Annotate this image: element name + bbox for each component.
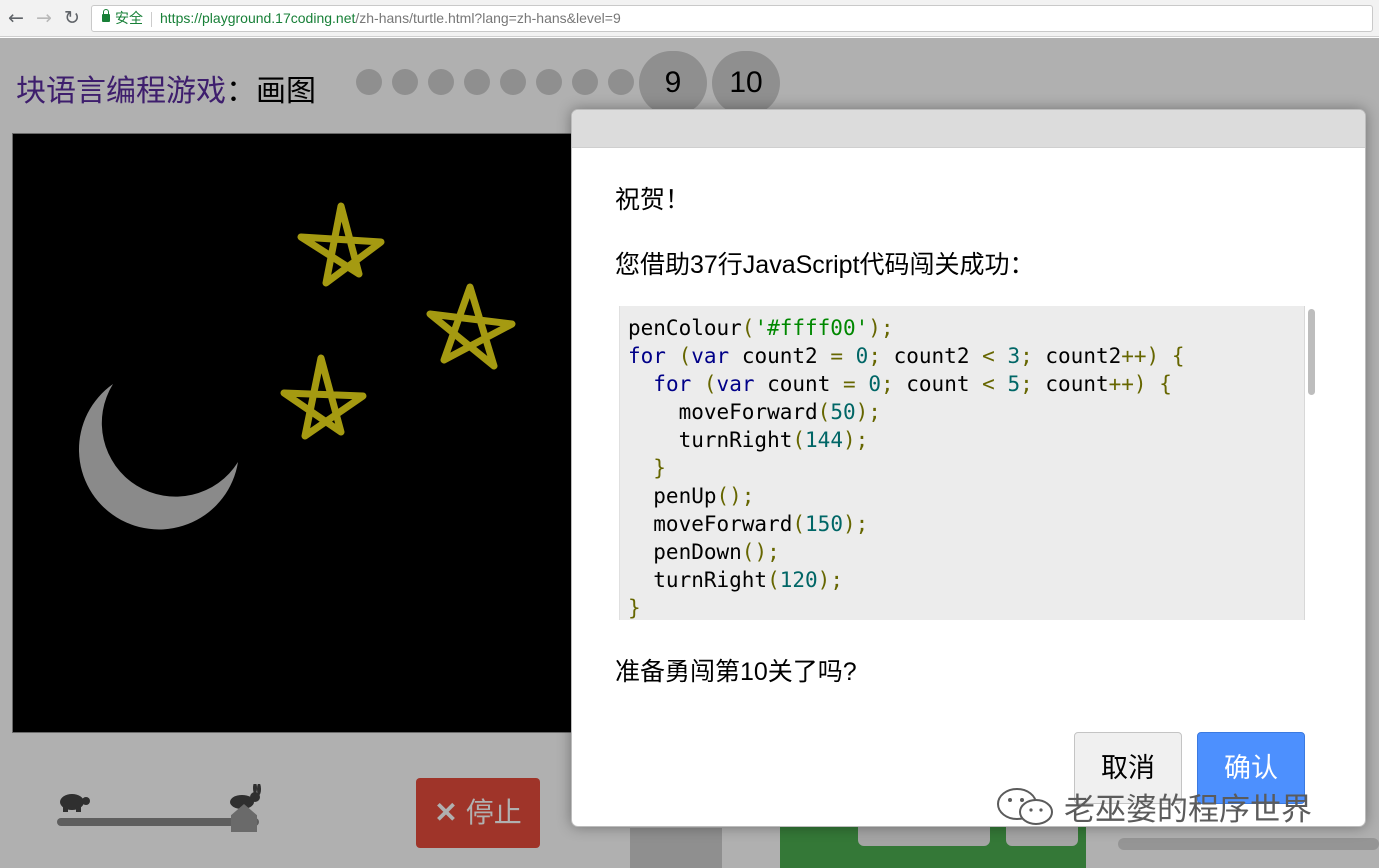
code-token: 0 <box>868 372 881 396</box>
url-host: https://playground.17coding.net <box>160 10 356 26</box>
back-arrow-icon[interactable]: ← <box>5 7 27 29</box>
code-token: ); <box>868 316 894 340</box>
code-token: ); <box>842 428 869 452</box>
next-level-question: 准备勇闯第10关了吗? <box>615 658 857 686</box>
code-token: = <box>830 344 843 368</box>
code-token: { <box>1171 344 1185 368</box>
code-token: turnRight <box>628 428 793 452</box>
code-scrollbar[interactable] <box>1304 306 1318 620</box>
code-token: 144 <box>805 428 843 452</box>
code-token: 5 <box>1007 372 1021 396</box>
code-token: ); <box>817 568 843 592</box>
code-token: ( <box>817 400 831 424</box>
code-token: ; <box>1020 372 1033 396</box>
watermark-text: 老巫婆的程序世界 <box>1064 792 1312 827</box>
dialog-header <box>572 110 1365 148</box>
code-token: for <box>653 372 692 396</box>
code-token: < <box>982 344 995 368</box>
code-token: count <box>893 372 983 396</box>
code-token: for <box>628 344 666 368</box>
code-token: penDown <box>628 540 742 564</box>
code-token: } <box>653 456 666 480</box>
code-token: ( <box>678 344 692 368</box>
success-message: 您借助37行JavaScript代码闯关成功： <box>615 251 1035 279</box>
code-token: (); <box>741 540 780 564</box>
code-token: 120 <box>779 568 818 592</box>
success-dialog: 祝贺！ 您借助37行JavaScript代码闯关成功： penColour('#… <box>571 109 1366 827</box>
code-token: ; <box>1020 344 1033 368</box>
lock-icon <box>102 9 110 22</box>
code-token: ( <box>741 316 755 340</box>
code-token: moveForward <box>628 512 793 536</box>
forward-arrow-icon[interactable]: → <box>33 7 55 29</box>
code-token: ; <box>868 344 881 368</box>
code-token: < <box>982 372 995 396</box>
address-bar[interactable]: 安全 https://playground.17coding.net/zh-han… <box>91 5 1373 32</box>
code-token: count2 <box>1032 344 1122 368</box>
code-token: 150 <box>805 512 843 536</box>
code-token: ; <box>880 372 894 396</box>
code-token: '#ffff00' <box>754 316 869 340</box>
code-token: turnRight <box>628 568 768 592</box>
code-token: var <box>691 344 730 368</box>
code-token: } <box>628 596 641 620</box>
code-token: 50 <box>830 400 856 424</box>
code-token: moveForward <box>628 400 818 424</box>
code-token: (); <box>716 484 755 508</box>
code-token: count <box>1032 372 1109 396</box>
code-token: count2 <box>729 344 831 368</box>
code-token: ); <box>855 400 881 424</box>
code-token: var <box>716 372 755 396</box>
wechat-icon <box>997 788 1053 825</box>
code-token: ( <box>792 428 806 452</box>
browser-toolbar: ← → ↻ 安全 https://playground.17coding.net/… <box>0 0 1379 37</box>
code-token: penUp <box>628 484 717 508</box>
code-token: ( <box>703 372 717 396</box>
code-token: { <box>1159 372 1172 396</box>
code-token: penColour <box>628 316 742 340</box>
code-token: count2 <box>880 344 983 368</box>
url-divider <box>151 11 152 27</box>
code-token: 3 <box>1007 344 1021 368</box>
code-token: = <box>843 372 856 396</box>
secure-label: 安全 <box>115 10 143 26</box>
code-token: ++) <box>1121 344 1160 368</box>
reload-icon[interactable]: ↻ <box>61 7 83 29</box>
code-viewer[interactable]: penColour('#ffff00'); for (var count2 = … <box>619 306 1318 620</box>
code-token: ( <box>792 512 806 536</box>
url-path: /zh-hans/turtle.html?lang=zh-hans&level=… <box>355 10 621 26</box>
code-token: ( <box>767 568 780 592</box>
code-token: count <box>754 372 843 396</box>
code-token: ); <box>842 512 869 536</box>
code-scrollbar-thumb[interactable] <box>1308 309 1315 395</box>
code-token: ++) <box>1108 372 1147 396</box>
code-token: 0 <box>855 344 869 368</box>
congrats-text: 祝贺！ <box>615 186 691 214</box>
javascript-code: penColour('#ffff00'); for (var count2 = … <box>628 314 1185 620</box>
